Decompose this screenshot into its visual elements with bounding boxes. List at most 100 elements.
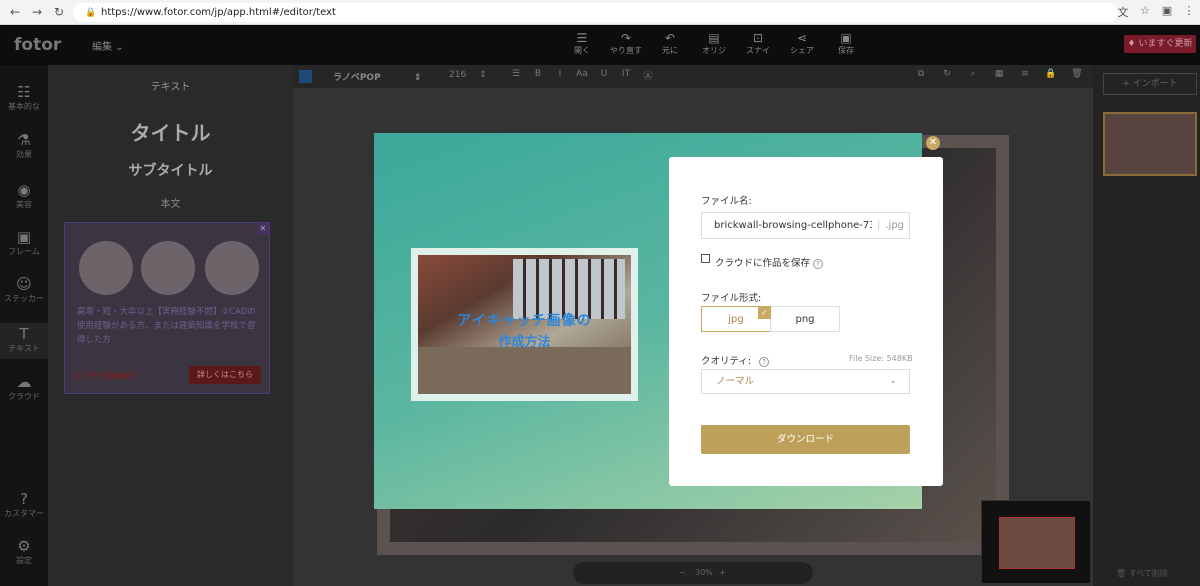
tool-share[interactable]: ⋖ シェア	[780, 31, 824, 56]
text-effect-icon[interactable]: Ⓐ	[637, 69, 659, 82]
cloud-save-label: クラウドに作品を保存?	[715, 255, 824, 269]
back-icon[interactable]: ←	[8, 5, 22, 19]
nav-effects[interactable]: ⚗ 効果	[0, 131, 48, 160]
redo-icon: ↷	[620, 31, 632, 45]
nav-frame[interactable]: ▣ フレーム	[0, 228, 48, 257]
ad-banner[interactable]: ✕ 高専・短・大卒以上【実務経験不問】②CADの使用経験がある方、または建築知識…	[64, 222, 270, 394]
nav-support[interactable]: ? カスタマー	[0, 490, 48, 519]
quality-label: クオリティ:?	[701, 353, 770, 367]
preview-caption-2: 作成方法	[498, 335, 551, 350]
address-bar[interactable]: 🔒 https://www.fotor.com/jp/app.html#/edi…	[73, 3, 1118, 22]
transparency-icon[interactable]: ▦	[986, 69, 1012, 79]
screenshot-icon: ⊡	[752, 31, 764, 45]
help-icon[interactable]: ?	[759, 356, 770, 367]
help-icon[interactable]: ?	[813, 258, 824, 269]
text-preset-title[interactable]: タイトル	[48, 117, 293, 146]
reload-icon[interactable]: ↻	[52, 5, 66, 19]
ad-brand: リクナビNEXT	[73, 372, 136, 382]
nav-beauty[interactable]: ◉ 美容	[0, 181, 48, 210]
lock-icon[interactable]: 🔒	[1038, 69, 1064, 79]
chevron-updown-icon: ⇕	[479, 70, 487, 80]
panel-title: テキスト	[150, 82, 191, 93]
align-icon[interactable]: ☰	[505, 69, 527, 82]
trash-icon[interactable]: 🗑	[1064, 69, 1090, 79]
ad-more-button[interactable]: 詳しくはこちら	[189, 366, 261, 384]
tool-undo[interactable]: ↶ 元に	[648, 31, 692, 56]
nav-cloud[interactable]: ☁ クラウド	[0, 373, 48, 402]
text-color-swatch[interactable]	[299, 70, 312, 83]
text-panel: テキスト タイトル サブタイトル 本文 ✕ 高専・短・大卒以上【実務経験不問】②…	[48, 65, 293, 586]
layers-icon[interactable]: ≋	[1012, 69, 1038, 79]
tool-redo[interactable]: ↷ やり直す	[604, 31, 648, 56]
help-icon: ?	[20, 490, 28, 508]
quality-select[interactable]: ノーマル ⌄	[701, 369, 910, 394]
upgrade-button[interactable]: ♦ いますぐ更新	[1124, 35, 1196, 53]
tool-snapshot[interactable]: ⊡ スナイ	[736, 31, 780, 56]
download-button[interactable]: ダウンロード	[701, 425, 910, 454]
cloud-icon: ☁	[16, 373, 32, 391]
left-nav: ☷ 基本的な ⚗ 効果 ◉ 美容 ▣ フレーム ☺ ステッカー T テキスト ☁ クラウド ?…	[0, 65, 48, 586]
format-png-button[interactable]: png	[770, 306, 840, 332]
zoom-out-icon[interactable]: −	[679, 568, 686, 577]
lock-icon: 🔒	[85, 7, 97, 18]
nav-text[interactable]: T テキスト	[0, 323, 48, 359]
font-size-icon[interactable]: Aa	[571, 69, 593, 82]
font-select[interactable]: ラノベPOP ⇕	[333, 70, 421, 83]
browser-toolbar: ← → ↻ 🔒 https://www.fotor.com/jp/app.htm…	[0, 0, 1200, 25]
cloud-save-checkbox[interactable]	[701, 254, 710, 263]
font-size-select[interactable]: 216 ⇕	[449, 70, 487, 80]
url-text: https://www.fotor.com/jp/app.html#/edito…	[101, 7, 336, 18]
filename-extension: .jpg	[885, 220, 905, 231]
close-modal-button[interactable]: ✕	[926, 136, 940, 150]
top-tools: ☰ 開く ↷ やり直す ↶ 元に ▤ オリジ ⊡ スナイ ⋖ シェア ▣ 保存	[560, 31, 868, 56]
delete-all-link[interactable]: 🗑 すべて削除	[1116, 568, 1168, 579]
export-preview: アイキャッチ画像の 作成方法	[411, 248, 638, 401]
tool-compare[interactable]: ▤ オリジ	[692, 31, 736, 56]
translate-icon[interactable]: 文	[1112, 4, 1134, 20]
check-icon: ✓	[758, 306, 771, 319]
tool-save[interactable]: ▣ 保存	[824, 31, 868, 56]
ad-text: 高専・短・大卒以上【実務経験不問】②CADの使用経験がある方、または建築知識を学…	[77, 307, 256, 345]
fotor-logo: fotor	[14, 35, 62, 55]
italic-icon[interactable]: I	[549, 69, 571, 82]
compare-icon: ▤	[708, 31, 720, 45]
close-icon[interactable]: ✕	[257, 223, 269, 235]
bold-icon[interactable]: B	[527, 69, 549, 82]
desk-detail	[418, 347, 631, 394]
tool-open[interactable]: ☰ 開く	[560, 31, 604, 56]
filename-field[interactable]: brickwall-browsing-cellphone-73 | .jpg	[701, 212, 910, 239]
ad-photo	[205, 241, 259, 295]
zoom-bar: − 30% +	[573, 562, 813, 584]
image-thumbnail[interactable]	[1103, 112, 1197, 176]
text-preset-subtitle[interactable]: サブタイトル	[48, 160, 293, 180]
zoom-level: 30%	[695, 568, 713, 577]
kebab-menu-icon[interactable]: ⋮	[1178, 4, 1200, 20]
forward-icon[interactable]: →	[30, 5, 44, 19]
text-spacing-icon[interactable]: IT	[615, 69, 637, 82]
flask-icon: ⚗	[17, 131, 31, 149]
nav-settings[interactable]: ⚙ 設定	[0, 537, 48, 566]
text-icon: T	[19, 325, 29, 343]
frame-icon: ▣	[16, 228, 32, 246]
rotate-icon[interactable]: ↻	[934, 69, 960, 79]
star-icon[interactable]: ☆	[1134, 4, 1156, 20]
share-icon: ⋖	[796, 31, 808, 45]
nav-basic[interactable]: ☷ 基本的な	[0, 83, 48, 112]
edit-menu[interactable]: 編集 ⌄	[92, 38, 124, 53]
chevron-down-icon: ⌄	[115, 42, 124, 53]
extension-icon[interactable]: ▣	[1156, 4, 1178, 20]
text-preset-body[interactable]: 本文	[48, 195, 293, 210]
undo-icon: ↶	[664, 31, 676, 45]
gear-icon: ⚙	[17, 537, 31, 555]
minimap[interactable]	[981, 500, 1091, 584]
nav-sticker[interactable]: ☺ ステッカー	[0, 275, 48, 304]
eye-icon: ◉	[17, 181, 31, 199]
import-button[interactable]: + インポート	[1103, 73, 1197, 95]
duplicate-icon[interactable]: ⧉	[908, 69, 934, 79]
zoom-in-icon[interactable]: +	[719, 568, 726, 577]
search-icon[interactable]: ⌕	[960, 69, 986, 79]
chevron-updown-icon: ⇕	[413, 73, 422, 83]
app-topbar: fotor 編集 ⌄ ☰ 開く ↷ やり直す ↶ 元に ▤ オリジ ⊡ スナイ ⋖ シェア …	[0, 25, 1200, 65]
menu-icon: ☰	[576, 31, 588, 45]
underline-icon[interactable]: U	[593, 69, 615, 82]
